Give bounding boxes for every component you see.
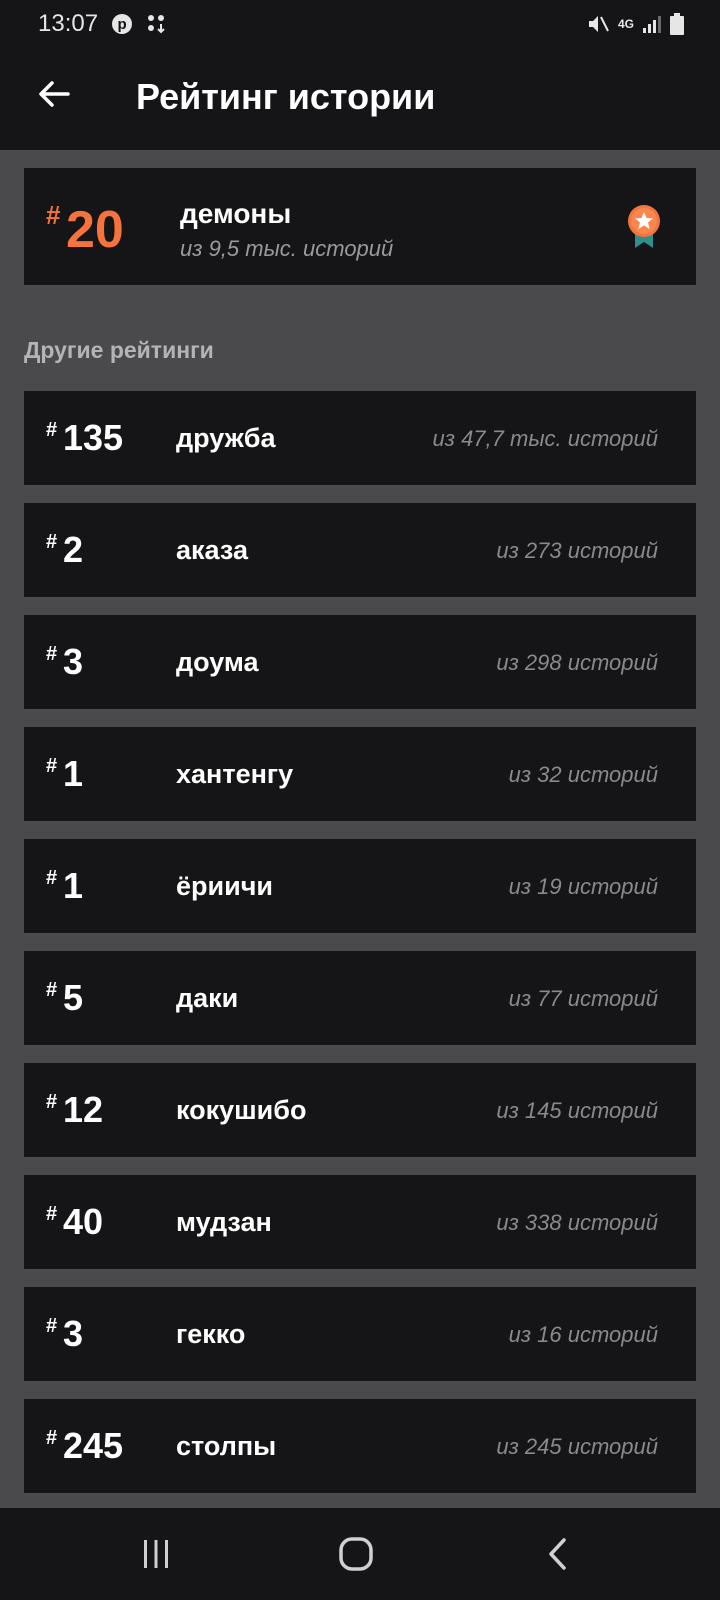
rank-hash: # [46, 1091, 58, 1113]
story-count: из 298 историй [496, 650, 658, 675]
rank-number: 135 [63, 417, 124, 458]
tag-name: аказа [176, 535, 248, 565]
list-item[interactable]: # 5 даки из 77 историй [24, 951, 696, 1045]
tag-name: доума [176, 647, 259, 677]
rank-hash: # [46, 1315, 58, 1337]
system-nav-bar [0, 1508, 720, 1600]
chevron-left-icon [549, 1538, 566, 1570]
tag-name: гекко [176, 1319, 246, 1349]
recents-button[interactable] [126, 1530, 186, 1578]
page-title: Рейтинг истории [136, 76, 436, 117]
tag-name: даки [176, 983, 239, 1013]
tag-name: хантенгу [176, 759, 294, 789]
list-item[interactable]: # 1 ёриичи из 19 историй [24, 839, 696, 933]
top-rating-hash: # [46, 200, 61, 230]
story-count: из 32 историй [508, 762, 658, 787]
list-item[interactable]: # 12 кокушибо из 145 историй [24, 1063, 696, 1157]
tag-name: мудзан [176, 1207, 272, 1237]
story-count: из 245 историй [496, 1434, 658, 1459]
rank-hash: # [46, 531, 58, 553]
pinterest-icon: p [112, 14, 133, 34]
rank-number: 245 [63, 1425, 124, 1466]
ratings-list: # 135 дружба из 47,7 тыс. историй # 2 ак… [24, 391, 696, 1511]
ribbon-star-badge-icon [628, 205, 660, 248]
tag-name: дружба [176, 423, 276, 453]
tag-name: кокушибо [176, 1095, 307, 1125]
status-time: 13:07 [38, 10, 99, 37]
recents-icon [144, 1540, 168, 1568]
rank-hash: # [46, 1203, 58, 1225]
rank-number: 1 [63, 865, 84, 906]
section-title: Другие рейтинги [24, 337, 214, 363]
status-right: 4G [586, 13, 684, 35]
rank-hash: # [46, 1427, 58, 1449]
top-rating-card[interactable]: # 20 демоны из 9,5 тыс. историй [24, 168, 696, 285]
top-rating-subtitle: из 9,5 тыс. историй [180, 236, 394, 261]
list-item[interactable]: # 135 дружба из 47,7 тыс. историй [24, 391, 696, 485]
status-left: 13:07 p [38, 10, 168, 38]
tag-name: столпы [176, 1431, 277, 1461]
story-count: из 273 историй [496, 538, 658, 563]
tag-name: ёриичи [176, 871, 273, 901]
home-button[interactable] [326, 1530, 386, 1578]
download-notification-icon [146, 13, 168, 35]
top-rating-rank: 20 [66, 201, 124, 259]
battery-icon [670, 13, 684, 35]
list-item[interactable]: # 3 доума из 298 историй [24, 615, 696, 709]
story-count: из 145 историй [496, 1098, 658, 1123]
story-count: из 19 историй [508, 874, 658, 899]
signal-icon [642, 14, 662, 34]
list-item[interactable]: # 245 столпы из 245 историй [24, 1399, 696, 1493]
rank-number: 3 [63, 1313, 84, 1354]
top-rating-name: демоны [180, 198, 292, 229]
list-item[interactable]: # 1 хантенгу из 32 историй [24, 727, 696, 821]
rank-number: 1 [63, 753, 84, 794]
rank-number: 40 [63, 1201, 104, 1242]
rank-hash: # [46, 755, 58, 777]
list-item[interactable]: # 2 аказа из 273 историй [24, 503, 696, 597]
system-back-button[interactable] [528, 1530, 588, 1578]
mute-icon [586, 13, 610, 35]
rank-number: 2 [63, 529, 84, 570]
app-bar: Рейтинг истории [0, 48, 720, 150]
story-count: из 77 историй [508, 986, 658, 1011]
list-item[interactable]: # 3 гекко из 16 историй [24, 1287, 696, 1381]
network-type: 4G [617, 17, 634, 31]
home-icon [339, 1537, 373, 1571]
rank-number: 5 [63, 977, 84, 1018]
story-count: из 47,7 тыс. историй [432, 426, 659, 451]
story-count: из 338 историй [496, 1210, 658, 1235]
story-count: из 16 историй [508, 1322, 658, 1347]
list-item[interactable]: # 40 мудзан из 338 историй [24, 1175, 696, 1269]
status-bar: 13:07 p 4G [0, 0, 720, 48]
rank-hash: # [46, 979, 58, 1001]
rank-hash: # [46, 419, 58, 441]
rank-number: 12 [63, 1089, 104, 1130]
arrow-left-icon [39, 81, 70, 107]
rank-hash: # [46, 643, 58, 665]
back-button[interactable] [30, 70, 78, 118]
rank-hash: # [46, 867, 58, 889]
rank-number: 3 [63, 641, 84, 682]
